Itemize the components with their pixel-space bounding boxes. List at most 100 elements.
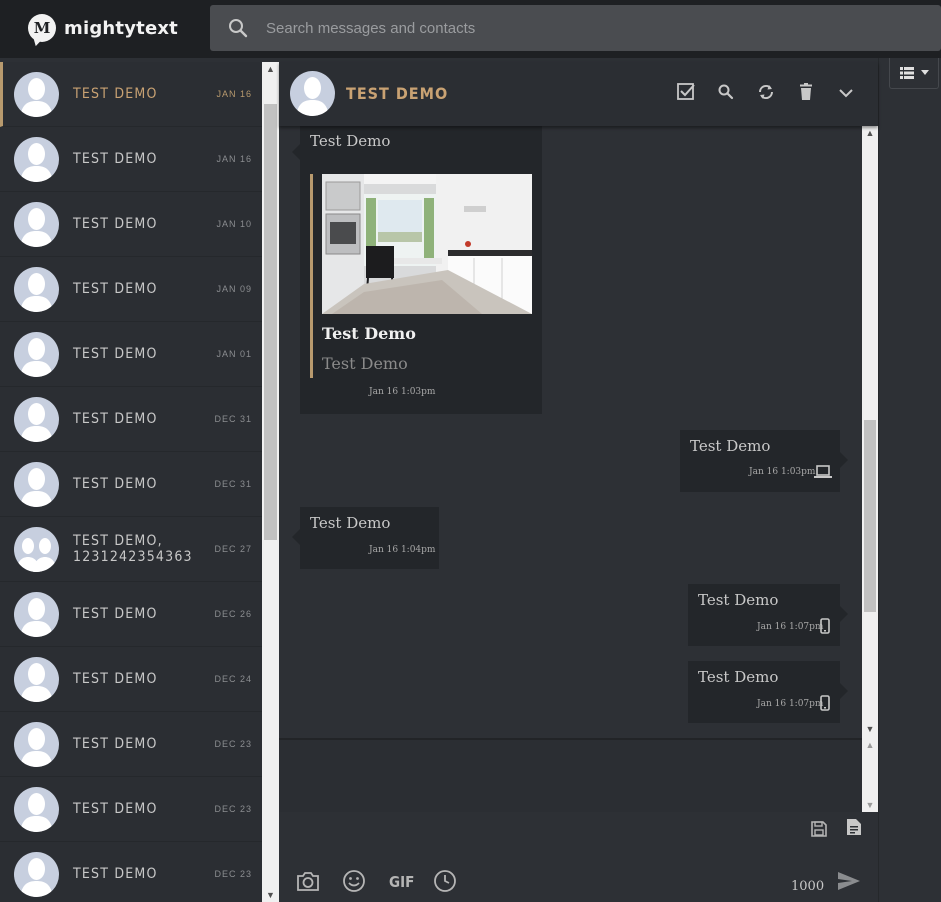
kitchen-photo[interactable] <box>322 174 532 314</box>
character-count: 1000 <box>791 879 825 894</box>
logo-icon: M <box>28 14 56 42</box>
conversation-item[interactable]: TEST DEMO JAN 09 <box>0 257 262 322</box>
contact-avatar <box>14 526 59 572</box>
logo-text: mightytext <box>64 17 178 39</box>
refresh-icon[interactable] <box>755 81 777 103</box>
conversation-name: TEST DEMO, 1231242354363 <box>73 533 193 565</box>
message-timestamp: Jan 16 1:07pm <box>757 699 824 709</box>
contact-avatar <box>14 266 59 312</box>
conversation-date: JAN 01 <box>216 349 252 359</box>
contact-avatar <box>14 786 59 832</box>
right-panel <box>878 58 941 902</box>
conversation-date: DEC 23 <box>214 804 252 814</box>
scrollbar-thumb[interactable] <box>864 420 876 612</box>
laptop-icon <box>814 465 832 478</box>
conversation-date: DEC 23 <box>214 869 252 879</box>
message-bubble-outgoing[interactable]: Test Demo Jan 16 1:03pm <box>680 430 848 492</box>
conversation-name: TEST DEMO <box>73 736 158 752</box>
send-icon[interactable] <box>837 871 861 891</box>
save-draft-icon[interactable] <box>810 820 828 838</box>
conversation-item[interactable]: TEST DEMO JAN 16 <box>0 62 262 127</box>
chevron-down-icon[interactable] <box>835 81 857 103</box>
scroll-down-arrow[interactable]: ▼ <box>864 800 876 810</box>
link-preview-card[interactable]: Test Demo Test Demo <box>310 174 532 378</box>
message-bubble-outgoing[interactable]: Test Demo Jan 16 1:07pm <box>688 584 848 646</box>
conversation-item[interactable]: TEST DEMO DEC 23 <box>0 777 262 842</box>
message-text: Test Demo <box>310 514 391 532</box>
contact-avatar <box>14 721 59 767</box>
conversation-date: JAN 16 <box>216 89 252 99</box>
conversation-item[interactable]: TEST DEMO DEC 23 <box>0 842 262 902</box>
conversation-date: DEC 24 <box>214 674 252 684</box>
top-bar: M mightytext <box>0 0 941 58</box>
schedule-clock-icon[interactable] <box>433 869 457 893</box>
search-icon[interactable] <box>715 81 737 103</box>
contact-avatar <box>14 851 59 897</box>
emoji-icon[interactable] <box>342 869 366 893</box>
conversation-title: TEST DEMO <box>346 84 449 103</box>
conversation-item[interactable]: TEST DEMO JAN 10 <box>0 192 262 257</box>
conversation-date: DEC 31 <box>214 479 252 489</box>
compose-scrollbar[interactable]: ▲ ▼ <box>862 738 878 812</box>
message-bubble-outgoing[interactable]: Test Demo Jan 16 1:07pm <box>688 661 848 723</box>
conversation-name: TEST DEMO <box>73 866 158 882</box>
conversation-name: TEST DEMO <box>73 476 158 492</box>
message-text: Test Demo <box>698 591 779 609</box>
conversation-date: DEC 26 <box>214 609 252 619</box>
message-text: Test Demo <box>310 132 391 150</box>
app-logo[interactable]: M mightytext <box>28 14 178 42</box>
message-text: Test Demo <box>690 437 771 455</box>
contact-avatar <box>14 331 59 377</box>
search-bar[interactable] <box>210 5 941 51</box>
conversation-name: TEST DEMO <box>73 86 158 102</box>
conversation-name: TEST DEMO <box>73 151 158 167</box>
contact-avatar <box>14 71 59 117</box>
contact-avatar <box>14 591 59 637</box>
conversation-list-scrollbar[interactable]: ▲ ▼ <box>262 62 279 902</box>
template-icon[interactable] <box>846 818 862 836</box>
contact-avatar <box>14 461 59 507</box>
message-input[interactable] <box>279 740 862 812</box>
conversation-name: TEST DEMO <box>73 411 158 427</box>
conversation-item[interactable]: TEST DEMO, 1231242354363 DEC 27 <box>0 517 262 582</box>
camera-icon[interactable] <box>296 870 320 892</box>
conversation-name: TEST DEMO <box>73 671 158 687</box>
message-bubble-incoming[interactable]: Test Demo Jan 16 1:04pm <box>292 507 439 569</box>
conversation-item[interactable]: TEST DEMO DEC 23 <box>0 712 262 777</box>
scroll-up-arrow[interactable]: ▲ <box>864 128 876 138</box>
view-toggle-button[interactable] <box>889 58 939 89</box>
scroll-down-arrow[interactable]: ▼ <box>864 724 876 734</box>
message-bubble-incoming[interactable]: Test Demo Test Demo Test Demo Jan 16 1:0… <box>292 126 542 414</box>
contact-avatar <box>14 396 59 442</box>
search-icon <box>229 19 248 38</box>
conversation-item[interactable]: TEST DEMO JAN 16 <box>0 127 262 192</box>
message-timestamp: Jan 16 1:07pm <box>757 622 824 632</box>
compose-area[interactable] <box>279 738 862 812</box>
conversation-list: TEST DEMO JAN 16 TEST DEMO JAN 16 TEST DEMO J… <box>0 62 262 902</box>
conversation-name: TEST DEMO <box>73 346 158 362</box>
gif-button[interactable]: GIF <box>389 873 414 891</box>
scrollbar-thumb[interactable] <box>264 104 277 540</box>
message-text: Test Demo <box>698 668 779 686</box>
phone-icon <box>820 618 830 634</box>
contact-avatar[interactable] <box>290 71 335 116</box>
trash-icon[interactable] <box>795 81 817 103</box>
conversation-date: JAN 10 <box>216 219 252 229</box>
search-input[interactable] <box>266 5 906 51</box>
scroll-up-arrow[interactable]: ▲ <box>864 740 876 750</box>
message-timestamp: Jan 16 1:04pm <box>369 545 436 555</box>
scroll-down-arrow[interactable]: ▼ <box>265 890 276 900</box>
conversation-item[interactable]: TEST DEMO DEC 31 <box>0 452 262 517</box>
message-thread-scrollbar[interactable]: ▲ ▼ <box>862 126 878 738</box>
conversation-item[interactable]: TEST DEMO DEC 31 <box>0 387 262 452</box>
conversation-item[interactable]: TEST DEMO DEC 24 <box>0 647 262 712</box>
conversation-name: TEST DEMO <box>73 216 158 232</box>
message-timestamp: Jan 16 1:03pm <box>749 467 816 477</box>
compose-toolbar: GIF 1000 <box>279 812 878 902</box>
conversation-item[interactable]: TEST DEMO DEC 26 <box>0 582 262 647</box>
link-card-title: Test Demo <box>322 324 416 343</box>
list-view-icon <box>900 67 929 79</box>
scroll-up-arrow[interactable]: ▲ <box>265 64 276 74</box>
select-checkbox-icon[interactable] <box>675 81 697 103</box>
conversation-item[interactable]: TEST DEMO JAN 01 <box>0 322 262 387</box>
